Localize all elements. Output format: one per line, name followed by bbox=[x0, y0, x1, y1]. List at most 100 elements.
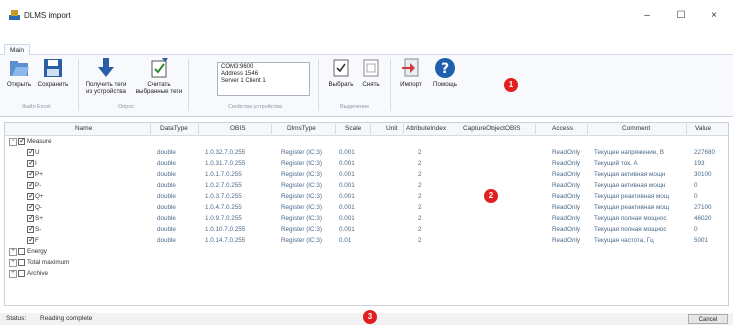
table-row[interactable]: Idouble 1.0.31.7.0.255 Register (IC:3) 0.00… bbox=[5, 158, 728, 170]
col-header-datatype[interactable]: DataType bbox=[160, 125, 188, 132]
tree-node-label: Archive bbox=[27, 270, 48, 277]
cell-scale: 0.001 bbox=[339, 204, 355, 211]
table-row[interactable]: S+ double 1.0.9.7.0.255 Register (IC:3) 0.00… bbox=[5, 213, 728, 225]
cell-scale: 0.001 bbox=[339, 149, 355, 156]
tree-node-total-maximum[interactable]: + Total maximum bbox=[5, 258, 728, 269]
cell-comment: Текущая реактивная мощ bbox=[594, 193, 670, 200]
row-checkbox[interactable] bbox=[27, 202, 35, 211]
col-header-captureobjectobis[interactable]: CaptureObjectOBIS bbox=[463, 125, 520, 132]
table-row[interactable]: P-double 1.0.2.7.0.255 Register (IC:3) 0.00… bbox=[5, 180, 728, 192]
maximize-button[interactable]: ☐ bbox=[667, 6, 695, 26]
collapse-toggle[interactable]: − bbox=[9, 138, 17, 146]
table-row[interactable]: Udouble 1.0.32.7.0.255 Register (IC:3) 0.00… bbox=[5, 147, 728, 159]
get-tags-label-1: Получить теги bbox=[85, 81, 127, 88]
col-header-comment[interactable]: Comment bbox=[622, 125, 650, 132]
col-header-attributeindex[interactable]: AttributeIndex bbox=[406, 125, 446, 132]
ribbon-separator bbox=[188, 59, 189, 111]
cell-type: double bbox=[157, 193, 176, 200]
device-port: COM3:9600 bbox=[221, 64, 254, 70]
row-checkbox[interactable] bbox=[27, 147, 35, 156]
help-button[interactable]: ? Помощь bbox=[430, 57, 460, 88]
cell-access: ReadOnly bbox=[552, 237, 581, 244]
cell-value: 227680 bbox=[694, 149, 716, 156]
group-label-device: Свойства устройства bbox=[228, 104, 283, 110]
row-checkbox[interactable] bbox=[27, 224, 35, 233]
total-maximum-checkbox[interactable] bbox=[18, 259, 25, 266]
col-header-obis[interactable]: OBIS bbox=[230, 125, 246, 132]
cancel-button[interactable]: Cancel bbox=[688, 314, 728, 324]
column-separator bbox=[370, 124, 371, 134]
floppy-disk-icon bbox=[44, 59, 62, 77]
cell-dlms: Register (IC:3) bbox=[281, 215, 322, 222]
cell-type: double bbox=[157, 171, 176, 178]
cell-comment: Текущая активная мощн bbox=[594, 171, 666, 178]
cell-name: P- bbox=[35, 182, 42, 189]
col-header-dlmstype[interactable]: DlmsType bbox=[287, 125, 316, 132]
table-row[interactable]: Fdouble 1.0.14.7.0.255 Register (IC:3) 0.01… bbox=[5, 235, 728, 247]
cell-value: 193 bbox=[694, 160, 705, 167]
column-separator bbox=[150, 124, 151, 134]
cell-value: 27100 bbox=[694, 204, 712, 211]
column-separator bbox=[198, 124, 199, 134]
select-button[interactable]: Выбрать bbox=[326, 57, 356, 88]
row-checkbox[interactable] bbox=[27, 158, 35, 167]
get-tags-button[interactable]: Получить теги из устройства bbox=[80, 57, 132, 95]
cell-comment: Текущая частота, Гц bbox=[594, 237, 654, 244]
table-row[interactable]: S-double 1.0.10.7.0.255 Register (IC:3) 0.0… bbox=[5, 224, 728, 236]
expand-toggle[interactable]: + bbox=[9, 270, 17, 278]
cell-value: 0 bbox=[694, 226, 698, 233]
tags-tree-grid[interactable]: Name DataType OBIS DlmsType Scale Unit A… bbox=[4, 122, 729, 306]
col-header-access[interactable]: Access bbox=[552, 125, 573, 132]
cell-obis: 1.0.32.7.0.255 bbox=[205, 149, 246, 156]
cell-name: F bbox=[35, 237, 39, 244]
deselect-button[interactable]: Снять bbox=[358, 57, 384, 88]
cell-obis: 1.0.3.7.0.255 bbox=[205, 193, 242, 200]
table-row[interactable]: Q+ double 1.0.3.7.0.255 Register (IC:3) 0.00… bbox=[5, 191, 728, 203]
import-button[interactable]: Импорт bbox=[396, 57, 426, 88]
open-folder-icon bbox=[10, 61, 29, 76]
cell-type: double bbox=[157, 226, 176, 233]
minimize-button[interactable]: – bbox=[633, 6, 661, 26]
col-header-scale[interactable]: Scale bbox=[345, 125, 361, 132]
col-header-unit[interactable]: Unit bbox=[386, 125, 398, 132]
status-text: Reading complete bbox=[40, 315, 93, 322]
expand-toggle[interactable]: + bbox=[9, 248, 17, 256]
col-header-name[interactable]: Name bbox=[75, 125, 92, 132]
archive-checkbox[interactable] bbox=[18, 270, 25, 277]
save-button[interactable]: Сохранить bbox=[34, 57, 72, 88]
callout-badge-3: 3 bbox=[363, 310, 377, 324]
cell-value: 46020 bbox=[694, 215, 712, 222]
row-checkbox[interactable] bbox=[27, 169, 35, 178]
dlms-import-window: DLMS import – ☐ × Main Открыть Сохранить bbox=[0, 0, 733, 324]
cell-obis: 1.0.1.7.0.255 bbox=[205, 171, 242, 178]
table-row[interactable]: Q-double 1.0.4.7.0.255 Register (IC:3) 0.00… bbox=[5, 202, 728, 214]
cell-type: double bbox=[157, 237, 176, 244]
energy-checkbox[interactable] bbox=[18, 248, 25, 255]
close-button[interactable]: × bbox=[700, 6, 728, 26]
read-selected-tags-button[interactable]: Считать выбранные теги bbox=[134, 57, 184, 95]
tree-node-archive[interactable]: + Archive bbox=[5, 269, 728, 280]
measure-checkbox[interactable] bbox=[18, 136, 26, 145]
window-title: DLMS import bbox=[24, 11, 71, 20]
tree-node-energy[interactable]: + Energy bbox=[5, 247, 728, 258]
read-tags-label-1: Считать bbox=[147, 81, 171, 88]
device-properties-box[interactable]: COM3:9600 Address 1546 Server 1 Client 1 bbox=[217, 62, 310, 96]
row-checkbox[interactable] bbox=[27, 191, 35, 200]
select-label: Выбрать bbox=[328, 81, 354, 88]
cell-attr: 2 bbox=[418, 204, 422, 211]
col-header-value[interactable]: Value bbox=[695, 125, 711, 132]
expand-toggle[interactable]: + bbox=[9, 259, 17, 267]
table-row[interactable]: P+ double 1.0.1.7.0.255 Register (IC:3) 0.00… bbox=[5, 169, 728, 181]
cell-dlms: Register (IC:3) bbox=[281, 171, 322, 178]
cell-scale: 0.001 bbox=[339, 171, 355, 178]
tree-node-measure[interactable]: − Measure bbox=[5, 136, 728, 148]
row-checkbox[interactable] bbox=[27, 235, 35, 244]
cell-scale: 0.001 bbox=[339, 226, 355, 233]
cell-attr: 2 bbox=[418, 237, 422, 244]
cell-attr: 2 bbox=[418, 182, 422, 189]
group-label-poll: Опрос bbox=[118, 104, 135, 110]
open-button[interactable]: Открыть bbox=[4, 57, 34, 88]
status-label: Status: bbox=[6, 315, 27, 322]
row-checkbox[interactable] bbox=[27, 213, 35, 222]
row-checkbox[interactable] bbox=[27, 180, 35, 189]
